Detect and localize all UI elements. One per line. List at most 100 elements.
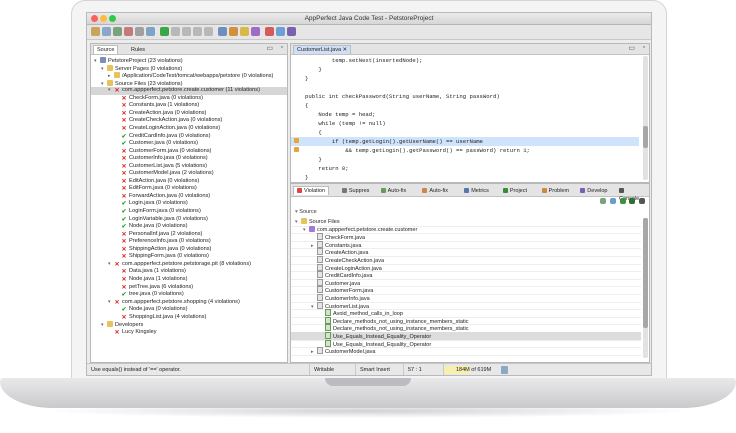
tree-item[interactable]: ▾ PetstoreProject (23 violations) [91,57,183,65]
memory-indicator[interactable]: 184M of 619M [443,364,498,375]
tree-item[interactable]: ✔ LoginForm.java (0 violations) [91,208,200,216]
tab-problem[interactable]: Problem [538,186,573,195]
tree-item[interactable]: ✕ CustomerModel.java (2 violations) [91,170,213,178]
tab-metrics[interactable]: Metrics [460,186,493,195]
refresh-icon[interactable] [276,27,285,36]
export-excel-icon[interactable] [619,198,626,204]
tree-item[interactable]: ▾ Server Pages (0 violations) [91,64,182,73]
tree-item[interactable]: ✕ EditAction.java (0 violations) [91,178,199,186]
minimize-window-button[interactable] [100,15,107,22]
tree-item[interactable]: ✕ Lucy Kingsley [91,329,156,337]
tree-item[interactable]: ✔ tree.java (0 violations) [91,291,183,299]
tree-item[interactable]: ▾ ✕ com.appperfect.petstore.petstorage.pit… [91,261,251,269]
tab-autofix[interactable]: Auto-fix [418,186,452,195]
editor-scroll-thumb[interactable] [643,126,648,148]
tab-icon [422,188,428,193]
tab-autofix[interactable]: Auto-fix [377,186,411,195]
error-icon: ✕ [121,231,127,238]
export-icon[interactable] [229,27,238,36]
tree-item[interactable]: ✕ CustomerInfo.java (0 violations) [91,155,207,163]
error-icon: ✕ [121,246,127,253]
tab-suppres[interactable]: Suppres [338,186,374,195]
violation-marker-icon[interactable] [294,138,299,143]
tree-item[interactable]: ✕ CreateCheckAction.java (0 violations) [91,117,222,125]
save-icon[interactable] [113,27,122,36]
tree-item[interactable]: ✕ CustomerForm.java (0 violations) [91,148,211,156]
tab-violation[interactable]: Violation [293,186,329,195]
tree-item[interactable]: ✕ CheckForm.java (0 violations) [91,95,203,103]
view-menu-icon[interactable] [639,198,645,204]
minimize-panel-icon[interactable]: ▭ [266,44,273,52]
tree-item[interactable]: ✔ Node.java (0 violations) [91,223,187,231]
tab-develop[interactable]: Develop [576,186,611,195]
pause-icon[interactable] [182,27,191,36]
tree-item[interactable]: ▾ ✕ com.appperfect.petstore.shopping (4 vi… [91,299,240,307]
stop-icon[interactable] [171,27,180,36]
tree-item[interactable]: ✕ Data.java (1 violations) [91,268,186,276]
garbage-collect-icon[interactable] [501,366,508,374]
tree-item[interactable]: ✕ petTree.java (6 violations) [91,284,193,292]
violation-scroll-thumb[interactable] [643,218,648,328]
check-icon: ✔ [121,209,127,215]
tab-label: Project [509,188,528,194]
tree-item[interactable]: ✔ Node.java (0 violations) [91,306,187,314]
tree-item[interactable]: ✕ Constants.java (1 violations) [91,102,199,110]
tree-item[interactable]: ✕ Node.java (1 violations) [91,276,187,284]
tree-item[interactable]: ✕ ShoppingList.java (4 violations) [91,314,206,322]
analyze-icon[interactable] [251,27,260,36]
tree-item[interactable]: ▸/Application/CodeTest/tomcat/webapps/pe… [91,72,273,80]
plugin-icon[interactable] [287,27,296,36]
maximize-editor-icon[interactable]: ▫ [643,44,645,51]
tab-customerlist-java[interactable]: CustomerList.java ✕ [293,45,352,54]
step-icon[interactable] [193,27,202,36]
close-window-button[interactable] [91,15,98,22]
report-icon[interactable] [218,27,227,36]
window-title: AppPerfect Java Code Test - PetstoreProj… [304,15,434,22]
tree-item[interactable]: ✔ LoginVariable.java (0 violations) [91,216,207,224]
rules-icon[interactable] [240,27,249,36]
code-area[interactable]: temp.setNext(insertedNode); }} public int… [291,54,649,182]
error-icon: ✕ [121,178,127,185]
tab-project[interactable]: Project [499,186,531,195]
tree-item[interactable]: ✕ ForwardAction.java (0 violations) [91,193,210,201]
tree-item[interactable]: ✕ CreateLoginAction.java (0 violations) [91,125,220,133]
collapse-all-icon[interactable] [609,198,616,204]
tree-item[interactable]: ✔ Login.java (0 violations) [91,200,187,208]
tree-item[interactable]: ▾ Developers [91,321,143,329]
tree-item-label: Developers [115,322,144,329]
filter-icon[interactable] [629,198,636,204]
java-file-icon [317,271,323,279]
minimize-editor-icon[interactable]: ▭ [628,44,635,52]
tab-label: Problem [548,188,570,194]
tree-item[interactable]: ✕ CreateAction.java (0 violations) [91,110,206,118]
tab-rules[interactable]: Rules [127,45,149,54]
settings-icon[interactable] [135,27,144,36]
tree-item[interactable]: ✕ CustomerList.java (5 violations) [91,163,207,171]
maximize-panel-icon[interactable]: ▫ [281,44,283,51]
tree-item-label: Data.java (1 violations) [129,268,186,275]
tree-item[interactable]: ✕ EditForm.java (0 violations) [91,185,196,193]
tree-item[interactable]: ✕ ShippingAction.java (0 violations) [91,246,211,254]
record-icon[interactable] [204,27,213,36]
open-icon[interactable] [102,27,111,36]
violation-row[interactable]: ▸ CustomerModel.java [291,347,641,356]
editor-scrollbar[interactable] [643,56,648,180]
tab-source[interactable]: Source [93,45,119,54]
tree-item[interactable]: ✔ Customer.java (0 violations) [91,140,198,148]
tab-console[interactable]: Console [615,186,649,202]
new-icon[interactable] [91,27,100,36]
zoom-window-button[interactable] [109,15,116,22]
tree-item[interactable]: ✕ ShippingForm.java (0 violations) [91,253,208,261]
search-icon[interactable] [146,27,155,36]
violation-marker-icon[interactable] [294,147,299,152]
run-icon[interactable] [160,27,169,36]
violation-scrollbar[interactable] [643,218,648,358]
tree-item[interactable]: ✔ CreditCardInfo.java (0 violations) [91,133,210,141]
tree-item[interactable]: ▾ ✕ com.appperfect.petstore.create.custome… [91,87,287,95]
tree-item[interactable]: ▾ Source Files (23 violations) [91,79,182,88]
error-filter-icon[interactable] [265,27,274,36]
tree-item[interactable]: ✕ PersonalInf.java (2 violations) [91,231,202,239]
expand-all-icon[interactable] [600,198,607,204]
tree-item[interactable]: ✕ PreferenceInfo.java (0 violations) [91,238,210,246]
print-icon[interactable] [124,27,133,36]
